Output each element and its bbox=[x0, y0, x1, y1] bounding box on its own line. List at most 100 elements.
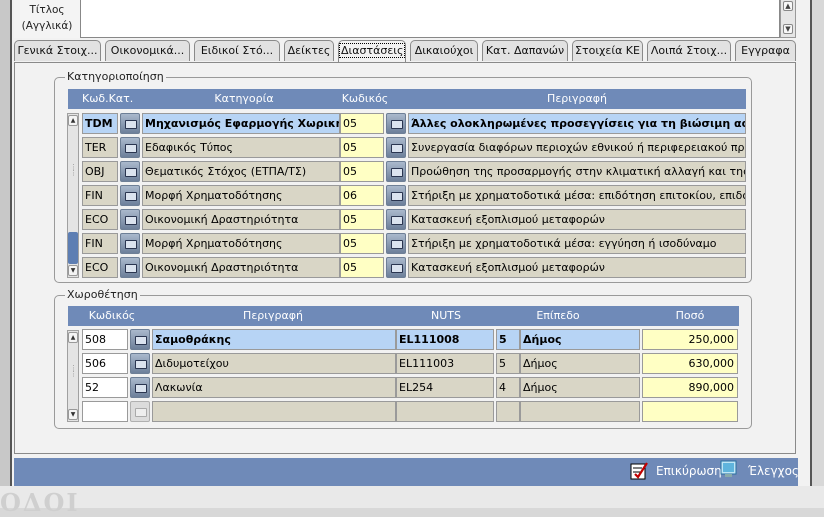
scroll-grip-icon: ⋮ ⋮ bbox=[70, 364, 77, 378]
check-button[interactable]: Έλεγχος bbox=[748, 464, 799, 478]
code-cat-cell[interactable]: ECO bbox=[82, 209, 118, 230]
amount-input[interactable]: 250,000 bbox=[642, 329, 738, 350]
amount-input[interactable] bbox=[642, 401, 738, 422]
scroll-up-icon[interactable]: ▲ bbox=[68, 115, 78, 126]
code-cat-cell[interactable]: TER bbox=[82, 137, 118, 158]
description-cell: Συνεργασία διαφόρων περιοχών εθνικού ή π… bbox=[408, 137, 746, 158]
list-of-values-icon[interactable] bbox=[120, 161, 140, 182]
list-of-values-icon[interactable] bbox=[386, 137, 406, 158]
category-cell: Μορφή Χρηματοδότησης bbox=[142, 185, 340, 206]
category-cell: Οικονομική Δραστηριότητα bbox=[142, 257, 340, 278]
tab-other-data[interactable]: Λοιπά Στοιχ... bbox=[647, 40, 731, 61]
code-input[interactable]: 06 bbox=[340, 185, 384, 206]
amount-input[interactable]: 890,000 bbox=[642, 377, 738, 398]
left-edge bbox=[0, 0, 10, 486]
location-code-input[interactable]: 52 bbox=[82, 377, 128, 398]
category-cell: Οικονομική Δραστηριότητα bbox=[142, 209, 340, 230]
location-header: Κωδικός Περιγραφή NUTS Επίπεδο Ποσό bbox=[68, 306, 739, 326]
list-of-values-icon[interactable] bbox=[386, 185, 406, 206]
scroll-down-icon[interactable]: ▼ bbox=[68, 265, 78, 276]
col-code: Κωδικός bbox=[341, 92, 389, 105]
tab-documents[interactable]: Εγγραφα bbox=[735, 40, 796, 61]
scroll-thumb[interactable] bbox=[68, 232, 78, 264]
list-of-values-icon[interactable] bbox=[120, 257, 140, 278]
level-num-cell bbox=[496, 401, 520, 422]
list-of-values-icon[interactable] bbox=[120, 209, 140, 230]
list-of-values-icon[interactable] bbox=[386, 161, 406, 182]
list-of-values-icon[interactable] bbox=[120, 113, 140, 134]
tab-dimensions[interactable]: Διαστάσεις bbox=[338, 40, 406, 62]
code-cat-cell[interactable]: FIN bbox=[82, 185, 118, 206]
tab-special-targets[interactable]: Ειδικοί Στό... bbox=[194, 40, 280, 61]
col-category: Κατηγορία bbox=[214, 92, 274, 105]
list-of-values-icon[interactable] bbox=[130, 329, 150, 350]
code-cat-cell[interactable]: TDM bbox=[82, 113, 118, 134]
tab-financial[interactable]: Οικονομικά... bbox=[105, 40, 190, 61]
col-code-cat: Κωδ.Κατ. bbox=[82, 92, 134, 105]
nuts-cell: EL111008 bbox=[396, 329, 494, 350]
list-of-values-icon[interactable] bbox=[120, 137, 140, 158]
location-description-cell: Σαμοθράκης bbox=[152, 329, 396, 350]
scroll-down-icon[interactable]: ▼ bbox=[783, 24, 793, 34]
list-of-values-icon[interactable] bbox=[386, 209, 406, 230]
tab-indicators[interactable]: Δείκτες bbox=[284, 40, 334, 61]
amount-input[interactable]: 630,000 bbox=[642, 353, 738, 374]
code-input[interactable]: 05 bbox=[340, 137, 384, 158]
nuts-cell: EL111003 bbox=[396, 353, 494, 374]
tab-bar: Γενικά Στοιχ... Οικονομικά... Ειδικοί Στ… bbox=[14, 40, 796, 62]
code-input[interactable]: 05 bbox=[340, 209, 384, 230]
nuts-cell bbox=[396, 401, 494, 422]
list-of-values-icon[interactable] bbox=[386, 257, 406, 278]
code-input[interactable]: 05 bbox=[340, 257, 384, 278]
check-icon[interactable] bbox=[720, 460, 738, 478]
location-title: Χωροθέτηση bbox=[65, 288, 140, 301]
background-watermark: ΟΔΟΙ bbox=[0, 488, 80, 517]
location-scrollbar[interactable]: ▲ ⋮ ⋮ ▼ bbox=[67, 330, 79, 422]
col-level: Επίπεδο bbox=[536, 309, 580, 322]
scroll-down-icon[interactable]: ▼ bbox=[68, 409, 78, 420]
scroll-up-icon[interactable]: ▲ bbox=[783, 1, 793, 11]
list-of-values-icon[interactable] bbox=[386, 113, 406, 134]
category-cell: Θεματικός Στόχος (ΕΤΠΑ/ΤΣ) bbox=[142, 161, 340, 182]
scroll-up-icon[interactable]: ▲ bbox=[68, 332, 78, 343]
tab-general[interactable]: Γενικά Στοιχ... bbox=[14, 40, 101, 61]
level-cell: Δήμος bbox=[520, 329, 640, 350]
description-cell: Στήριξη με χρηματοδοτικά μέσα: επιδότηση… bbox=[408, 185, 746, 206]
list-of-values-icon[interactable] bbox=[130, 377, 150, 398]
code-cat-cell[interactable]: ECO bbox=[82, 257, 118, 278]
location-code-input[interactable]: 508 bbox=[82, 329, 128, 350]
code-input[interactable]: 05 bbox=[340, 113, 384, 134]
location-description-cell bbox=[152, 401, 396, 422]
tab-ke-data[interactable]: Στοιχεία ΚΕ bbox=[572, 40, 643, 61]
code-cat-cell[interactable]: OBJ bbox=[82, 161, 118, 182]
list-of-values-icon[interactable] bbox=[130, 401, 150, 422]
title-scrollbar[interactable]: ▲ ▼ bbox=[780, 0, 796, 38]
list-of-values-icon[interactable] bbox=[130, 353, 150, 374]
scroll-grip-icon: ⋮ ⋮ bbox=[70, 163, 77, 177]
col-nuts: NUTS bbox=[431, 309, 461, 322]
tab-expense-categories[interactable]: Κατ. Δαπανών bbox=[482, 40, 568, 61]
categorization-title: Κατηγοριοποίηση bbox=[65, 70, 166, 83]
list-of-values-icon[interactable] bbox=[386, 233, 406, 254]
col-code: Κωδικός bbox=[88, 309, 136, 322]
categorization-scrollbar[interactable]: ▲ ⋮ ⋮ ▼ bbox=[67, 113, 79, 278]
level-cell: Δήμος bbox=[520, 353, 640, 374]
list-of-values-icon[interactable] bbox=[120, 185, 140, 206]
location-description-cell: Διδυμοτείχου bbox=[152, 353, 396, 374]
code-input[interactable]: 05 bbox=[340, 233, 384, 254]
location-code-input[interactable] bbox=[82, 401, 128, 422]
level-num-cell: 4 bbox=[496, 377, 520, 398]
description-cell: Άλλες ολοκληρωμένες προσεγγίσεις για τη … bbox=[408, 113, 746, 134]
category-cell: Μορφή Χρηματοδότησης bbox=[142, 233, 340, 254]
code-input[interactable]: 05 bbox=[340, 161, 384, 182]
list-of-values-icon[interactable] bbox=[120, 233, 140, 254]
confirm-icon[interactable] bbox=[630, 462, 648, 480]
code-cat-cell[interactable]: FIN bbox=[82, 233, 118, 254]
tab-beneficiaries[interactable]: Δικαιούχοι bbox=[410, 40, 478, 61]
title-english-input[interactable] bbox=[80, 0, 780, 38]
nuts-cell: EL254 bbox=[396, 377, 494, 398]
location-code-input[interactable]: 506 bbox=[82, 353, 128, 374]
title-english-label: Τίτλος (Αγγλικά) bbox=[21, 4, 73, 32]
confirm-button[interactable]: Επικύρωση bbox=[656, 464, 722, 478]
category-cell: Μηχανισμός Εφαρμογής Χωρικής Π bbox=[142, 113, 340, 134]
